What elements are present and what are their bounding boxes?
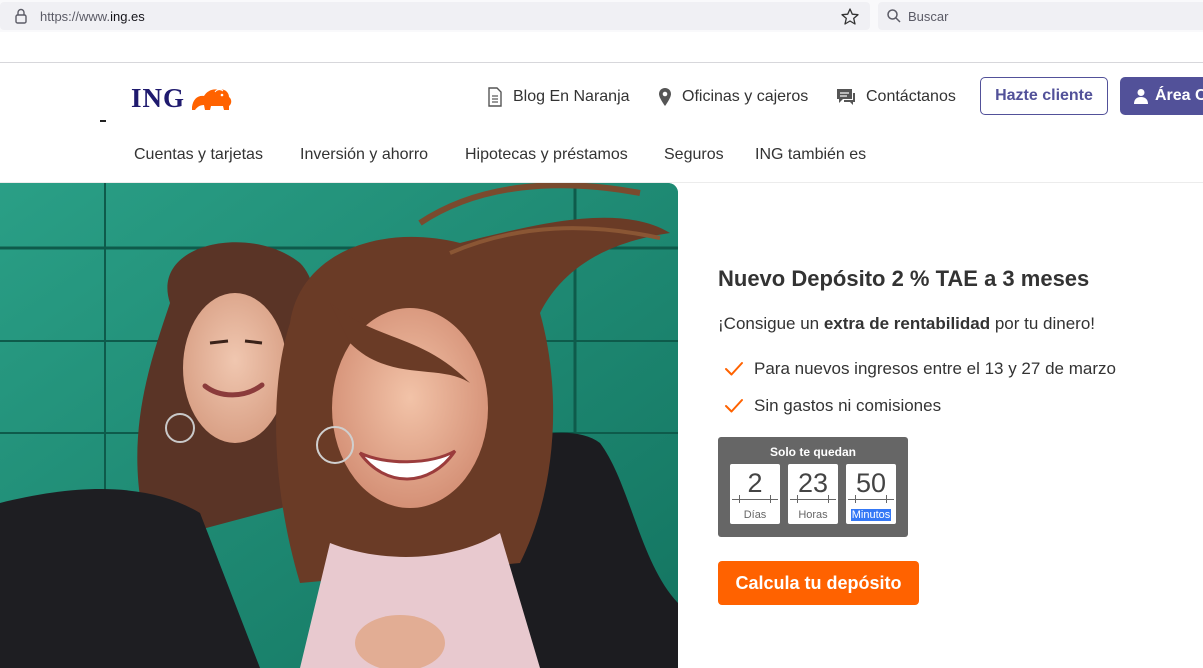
promo-bullet: Sin gastos ni comisiones	[724, 395, 941, 417]
ing-logo[interactable]: ING	[131, 82, 233, 114]
address-bar[interactable]: https://www.ing.es	[0, 2, 870, 30]
nav-ing-tambien-es[interactable]: ING también es	[755, 146, 866, 164]
browser-search-box[interactable]: Buscar	[878, 2, 1203, 30]
countdown-title: Solo te quedan	[769, 445, 856, 459]
area-clientes-button[interactable]: Área C	[1120, 77, 1203, 115]
search-icon	[887, 9, 901, 23]
nav-inversion-y-ahorro[interactable]: Inversión y ahorro	[300, 146, 428, 164]
search-placeholder: Buscar	[908, 9, 949, 24]
countdown-hours: 23 Horas	[788, 464, 838, 524]
calcula-tu-deposito-button[interactable]: Calcula tu depósito	[718, 561, 919, 605]
document-icon	[488, 87, 502, 107]
countdown-minutes-value: 50	[855, 468, 887, 498]
browser-toolbar: https://www.ing.es Buscar	[0, 0, 1203, 32]
logo-text: ING	[131, 82, 186, 113]
url-text[interactable]: https://www.ing.es	[40, 9, 145, 24]
countdown-timer: Solo te quedan 2 Días 23 Horas 50 Minuto…	[718, 437, 908, 537]
promo-bullet-text: Sin gastos ni comisiones	[754, 396, 942, 415]
hazte-cliente-button[interactable]: Hazte cliente	[980, 77, 1108, 115]
contactanos-label: Contáctanos	[866, 88, 956, 105]
countdown-minutes: 50 Minutos	[846, 464, 896, 524]
promo-bullet: Para nuevos ingresos entre el 13 y 27 de…	[724, 358, 1116, 380]
promo-bullet-text: Para nuevos ingresos entre el 13 y 27 de…	[754, 359, 1116, 378]
promo-subtitle: ¡Consigue un extra de rentabilidad por t…	[718, 314, 1096, 333]
main-navigation: Cuentas y tarjetas Inversión y ahorro Hi…	[0, 140, 1203, 170]
countdown-days-value: 2	[747, 468, 763, 498]
nav-seguros[interactable]: Seguros	[664, 146, 724, 164]
promo-title: Nuevo Depósito 2 % TAE a 3 meses	[718, 266, 1090, 291]
oficinas-y-cajeros-label: Oficinas y cajeros	[682, 88, 809, 105]
hero-image	[0, 183, 678, 668]
lion-icon	[192, 89, 232, 110]
checkmark-icon	[725, 362, 743, 376]
checkmark-icon	[725, 399, 743, 413]
dash-mark	[100, 120, 106, 122]
lock-icon[interactable]	[14, 8, 28, 24]
blog-en-naranja-label: Blog En Naranja	[513, 88, 630, 105]
nav-hipotecas-y-prestamos[interactable]: Hipotecas y préstamos	[465, 146, 628, 164]
user-icon	[1134, 89, 1148, 104]
chat-icon	[837, 89, 855, 105]
countdown-days: 2 Días	[730, 464, 780, 524]
countdown-hours-value: 23	[797, 468, 829, 498]
bookmarks-bar	[0, 32, 1203, 63]
countdown-days-label: Días	[743, 509, 767, 521]
area-clientes-label: Área C	[1155, 87, 1203, 104]
oficinas-y-cajeros-link[interactable]: Oficinas y cajeros	[658, 86, 808, 108]
blog-en-naranja-link[interactable]: Blog En Naranja	[487, 86, 630, 108]
hero-photo-illustration	[0, 183, 678, 668]
bookmark-star-icon[interactable]	[840, 7, 860, 27]
nav-cuentas-y-tarjetas[interactable]: Cuentas y tarjetas	[134, 146, 263, 164]
location-pin-icon	[659, 88, 671, 106]
countdown-minutes-label: Minutos	[850, 509, 892, 521]
countdown-hours-label: Horas	[798, 509, 828, 521]
contactanos-link[interactable]: Contáctanos	[836, 86, 956, 108]
